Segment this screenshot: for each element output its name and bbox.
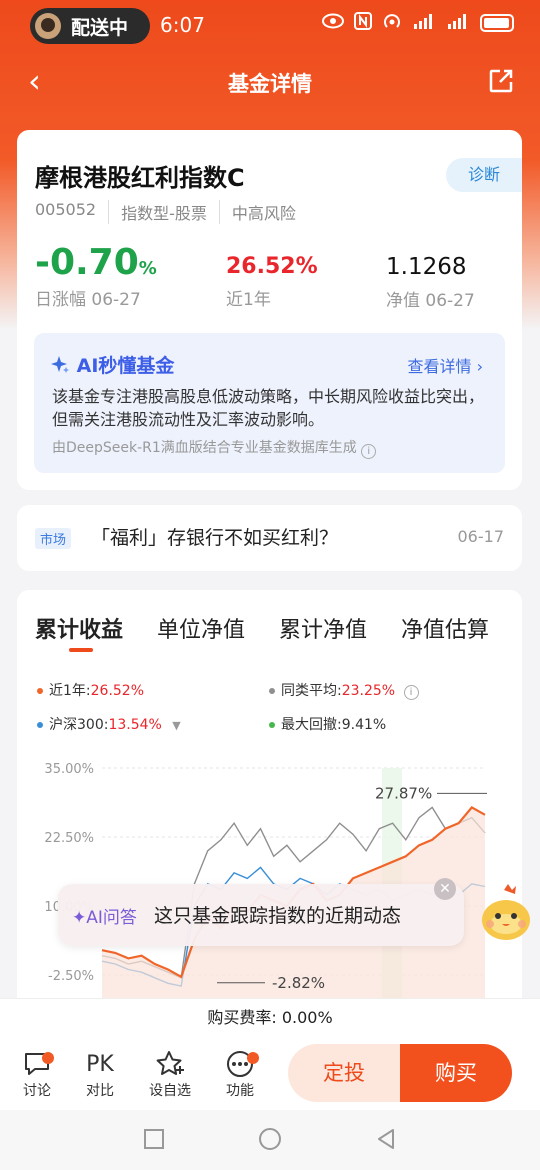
ai-qa-banner[interactable]: ✦AI问答 这只基金跟踪指数的近期动态 ✕	[58, 878, 464, 946]
fund-code: 005052	[35, 200, 97, 219]
info-icon[interactable]: i	[403, 685, 419, 700]
eye-icon	[322, 13, 344, 33]
chart-card: 累计收益 单位净值 累计净值 净值估算 近1年:26.52% 同类平均:23.2…	[17, 590, 522, 1050]
y-tick-label: 35.00%	[44, 762, 94, 777]
fund-type: 指数型-股票	[108, 200, 219, 224]
recents-icon	[144, 1129, 164, 1149]
chevron-right-icon: ›	[476, 357, 483, 376]
news-tag: 市场	[35, 528, 72, 549]
bottom-action-bar: 讨论 PK 对比 设自选 功能 定投 购买	[0, 1038, 540, 1110]
tab-nav-estimate[interactable]: 净值估算	[401, 612, 489, 644]
sparkle-icon	[51, 356, 69, 373]
avatar	[35, 13, 61, 39]
purchase-fee: 购买费率: 0.00%	[0, 998, 540, 1038]
discuss-button[interactable]: 讨论	[12, 1048, 62, 1100]
tab-unit-nav[interactable]: 单位净值	[157, 612, 245, 644]
share-icon[interactable]	[488, 68, 514, 94]
more-icon	[215, 1048, 265, 1080]
signal-2-icon	[446, 12, 470, 34]
pk-icon: PK	[86, 1051, 114, 1077]
tab-cumulative-nav[interactable]: 累计净值	[279, 612, 367, 644]
ai-summary-body: 该基金专注港股高股息低波动策略，中长期风险收益比突出，但需关注港股流动性及汇率波…	[52, 387, 485, 429]
status-bar: 配送中 6:07	[0, 0, 540, 50]
functions-button[interactable]: 功能	[215, 1048, 265, 1100]
daily-change-stat: -0.70% 日涨幅 06-27	[35, 242, 157, 310]
ai-summary-details-link[interactable]: 查看详情 ›	[407, 353, 483, 377]
ai-summary-panel[interactable]: AI秒懂基金 查看详情 › 该基金专注港股高股息低波动策略，中长期风险收益比突出…	[34, 333, 505, 473]
year-return-label: 近1年	[226, 290, 271, 310]
year-return-value: 26.52%	[226, 254, 318, 279]
nfc-icon	[354, 12, 372, 34]
legend-peer-dot	[269, 688, 275, 694]
nav-bar: ‹ 基金详情	[0, 56, 540, 108]
daily-change-value: -0.70%	[35, 242, 157, 283]
fund-card: 摩根港股红利指数C 诊断 005052 指数型-股票 中高风险 -0.70% 日…	[17, 130, 522, 490]
notification-dot	[42, 1052, 54, 1064]
ai-qa-label: ✦AI问答	[72, 908, 137, 928]
legend-drawdown: 最大回撤:9.41%	[269, 714, 386, 734]
hotspot-icon	[382, 12, 402, 34]
nav-stat: 1.1268 净值 06-27	[386, 254, 475, 311]
info-icon[interactable]: i	[361, 444, 377, 459]
close-icon[interactable]: ✕	[434, 878, 456, 900]
ai-summary-title: AI秒懂基金	[50, 351, 174, 378]
add-watchlist-button[interactable]: 设自选	[145, 1048, 195, 1100]
diagnose-button[interactable]: 诊断	[446, 158, 522, 192]
annotation-low: -2.82%	[272, 974, 325, 992]
chart-tabs: 累计收益 单位净值 累计净值 净值估算	[35, 612, 489, 652]
news-title: 「福利」存银行不如买红利？	[91, 527, 339, 549]
legend-index[interactable]: 沪深300:13.54% ▼	[37, 714, 181, 734]
status-icons	[322, 12, 514, 34]
annotation-high: 27.87%	[375, 784, 432, 802]
ai-summary-source: 由DeepSeek-R1满血版结合专业基金数据库生成 i	[52, 437, 377, 459]
legend-fund: 近1年:26.52%	[37, 680, 144, 700]
daily-change-label: 日涨幅 06-27	[35, 290, 141, 310]
tab-cumulative-return[interactable]: 累计收益	[35, 612, 123, 652]
mascot-icon[interactable]	[478, 884, 534, 944]
nav-value: 1.1268	[386, 254, 467, 280]
year-return-stat: 26.52% 近1年	[226, 254, 318, 310]
fund-meta: 005052 指数型-股票 中高风险	[35, 200, 308, 224]
back-nav-icon	[378, 1129, 394, 1149]
y-tick-label: -2.50%	[48, 969, 94, 984]
legend-fund-dot	[37, 688, 43, 694]
nav-label: 净值 06-27	[386, 291, 475, 311]
caret-down-icon: ▼	[172, 719, 181, 732]
news-item[interactable]: 市场 「福利」存银行不如买红利？ 06-17	[17, 505, 522, 571]
clock: 6:07	[160, 13, 205, 37]
buy-button[interactable]: 购买	[400, 1044, 512, 1102]
star-plus-icon	[145, 1048, 195, 1080]
fund-risk: 中高风险	[218, 200, 308, 224]
signal-1-icon	[412, 12, 436, 34]
delivery-pill[interactable]: 配送中	[30, 8, 150, 44]
delivery-label: 配送中	[71, 16, 129, 39]
news-date: 06-17	[457, 527, 505, 546]
legend-peer: 同类平均:23.25% i	[269, 680, 419, 700]
notification-dot	[247, 1052, 259, 1064]
battery-icon	[480, 14, 514, 32]
return-chart[interactable]: 35.00%22.50%10.00%-2.50%27.87%-2.82%	[17, 740, 522, 1000]
legend-index-dot	[37, 722, 43, 728]
ai-qa-question: 这只基金跟踪指数的近期动态	[154, 905, 402, 927]
fund-name: 摩根港股红利指数C	[35, 164, 245, 192]
compare-button[interactable]: PK 对比	[75, 1048, 125, 1100]
page-title: 基金详情	[228, 72, 312, 96]
sip-button[interactable]: 定投	[288, 1044, 400, 1102]
system-nav-bar	[0, 1110, 540, 1170]
home-icon	[259, 1128, 281, 1150]
y-tick-label: 22.50%	[44, 831, 94, 846]
legend-drawdown-dot	[269, 722, 275, 728]
chat-bubble-icon	[12, 1048, 62, 1080]
